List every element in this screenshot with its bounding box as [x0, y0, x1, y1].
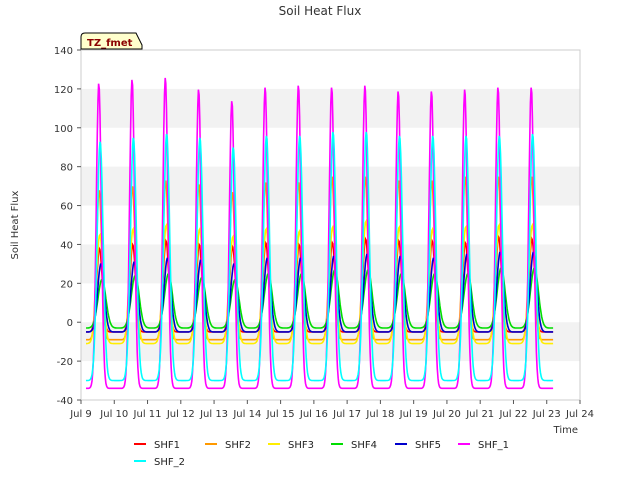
tag-box: TZ_fmet [80, 32, 143, 50]
x-tick-label: Jul 19 [399, 409, 428, 420]
tag-label: TZ_fmet [87, 38, 133, 49]
legend-label: SHF3 [288, 440, 314, 451]
legend-label: SHF2 [225, 440, 251, 451]
x-tick-label: Jul 15 [266, 409, 295, 420]
x-tick-label: Jul 14 [232, 409, 261, 420]
x-tick-label: Jul 11 [133, 409, 162, 420]
x-axis-label: Time [553, 425, 578, 436]
x-tick-label: Jul 20 [432, 409, 461, 420]
y-tick-label: 40 [60, 240, 73, 251]
soil-heat-flux-chart: -40 -20 0 20 40 60 80 100 120 140 Jul 9 Jul 10 Jul 1… [10, 4, 594, 468]
y-tick-label: 120 [54, 85, 73, 96]
y-tick-label: 140 [54, 46, 73, 57]
x-tick-label: Jul 10 [99, 409, 128, 420]
x-tick-label: Jul 17 [332, 409, 361, 420]
y-tick-label: -20 [57, 357, 73, 368]
x-tick-label: Jul 12 [166, 409, 195, 420]
chart-title: Soil Heat Flux [279, 4, 362, 18]
legend-label: SHF_1 [478, 440, 509, 451]
x-tick-label: Jul 22 [498, 409, 527, 420]
y-axis-label: Soil Heat Flux [10, 190, 21, 259]
x-tick-label: Jul 23 [532, 409, 561, 420]
x-tick-label: Jul 16 [299, 409, 328, 420]
legend-label: SHF5 [415, 440, 441, 451]
y-tick-label: -40 [57, 396, 73, 407]
y-tick-label: 0 [67, 318, 73, 329]
y-tick-label: 60 [60, 202, 73, 213]
legend-label: SHF_2 [154, 457, 185, 468]
x-tick-label: Jul 13 [199, 409, 228, 420]
x-tick-label: Jul 24 [565, 409, 594, 420]
y-tick-label: 100 [54, 124, 73, 135]
y-tick-label: 20 [60, 279, 73, 290]
legend: SHF1 SHF2 SHF3 SHF4 SHF5 SHF_1 SHF_2 [134, 440, 509, 468]
legend-label: SHF1 [154, 440, 180, 451]
x-tick-label: Jul 9 [69, 409, 92, 420]
x-tick-label: Jul 18 [365, 409, 394, 420]
legend-label: SHF4 [351, 440, 377, 451]
y-tick-label: 80 [60, 163, 73, 174]
x-tick-label: Jul 21 [465, 409, 494, 420]
